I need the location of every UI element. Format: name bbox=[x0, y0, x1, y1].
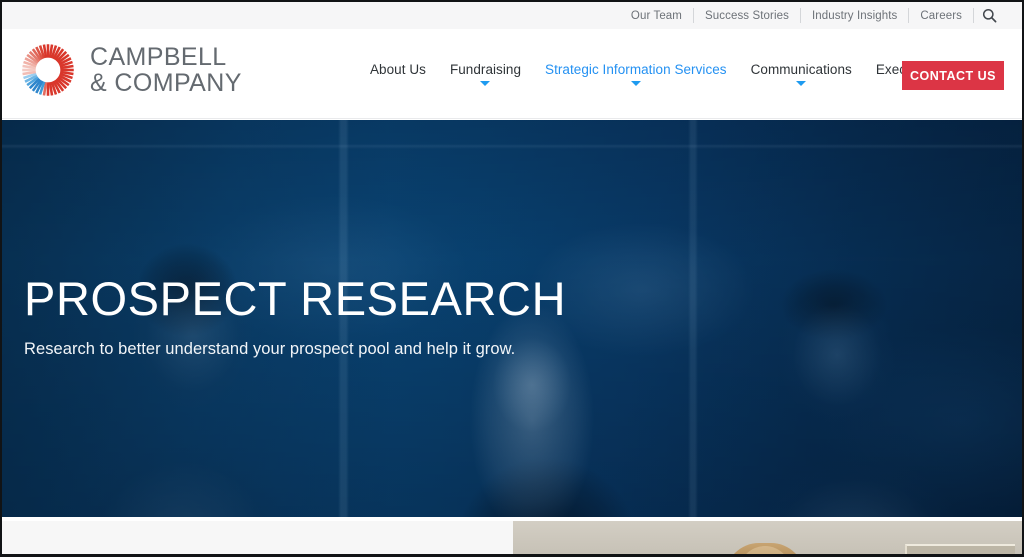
chevron-down-icon bbox=[796, 81, 807, 86]
utility-link-success-stories[interactable]: Success Stories bbox=[694, 8, 800, 24]
nav-item-communications[interactable]: Communications bbox=[739, 29, 864, 119]
site-header: CAMPBELL & COMPANY About Us Fundraising … bbox=[2, 29, 1022, 119]
image-picture-frame bbox=[905, 544, 1015, 554]
chevron-down-icon bbox=[480, 81, 491, 86]
nav-label: Communications bbox=[750, 62, 852, 77]
below-fold-section bbox=[2, 517, 1022, 554]
utility-bar: Our Team Success Stories Industry Insigh… bbox=[2, 2, 1022, 29]
hero-subtitle: Research to better understand your prosp… bbox=[24, 340, 516, 358]
nav-item-about-us[interactable]: About Us bbox=[358, 29, 438, 119]
radial-burst-logo-icon bbox=[20, 42, 76, 98]
brand-wordmark: CAMPBELL & COMPANY bbox=[90, 44, 242, 96]
content-image-right bbox=[513, 521, 1022, 554]
main-navigation: About Us Fundraising Strategic Informati… bbox=[358, 29, 994, 119]
brand-line-1: CAMPBELL bbox=[90, 43, 227, 71]
nav-item-strategic-information-services[interactable]: Strategic Information Services bbox=[533, 29, 739, 119]
nav-label: Fundraising bbox=[449, 62, 522, 77]
search-icon[interactable] bbox=[974, 8, 1004, 24]
hero-copy: PROSPECT RESEARCH Research to better und… bbox=[24, 272, 724, 360]
logo-home-link[interactable]: CAMPBELL & COMPANY bbox=[20, 42, 242, 98]
utility-link-our-team[interactable]: Our Team bbox=[620, 8, 693, 24]
content-panel-left bbox=[2, 521, 513, 554]
browser-page: Our Team Success Stories Industry Insigh… bbox=[0, 0, 1024, 557]
page-title: PROSPECT RESEARCH bbox=[24, 272, 567, 325]
brand-line-2: & COMPANY bbox=[90, 69, 242, 97]
nav-label: Strategic Information Services bbox=[545, 62, 727, 77]
hero-banner: PROSPECT RESEARCH Research to better und… bbox=[2, 120, 1022, 517]
chevron-down-icon bbox=[630, 81, 641, 86]
utility-links: Our Team Success Stories Industry Insigh… bbox=[620, 8, 1004, 24]
contact-us-button[interactable]: CONTACT US bbox=[902, 61, 1004, 90]
nav-label: About Us bbox=[370, 62, 426, 77]
nav-item-fundraising[interactable]: Fundraising bbox=[438, 29, 533, 119]
utility-link-careers[interactable]: Careers bbox=[909, 8, 973, 24]
utility-link-industry-insights[interactable]: Industry Insights bbox=[801, 8, 908, 24]
